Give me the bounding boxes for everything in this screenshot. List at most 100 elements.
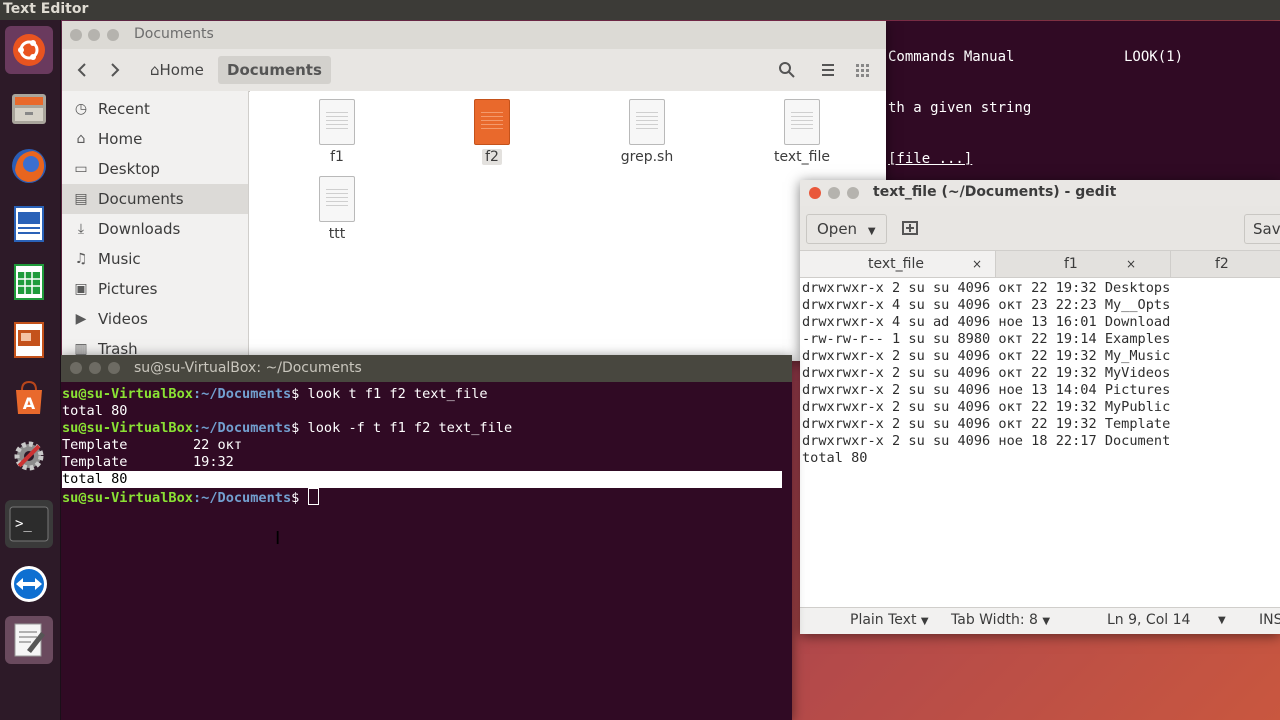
top-panel: Text Editor <box>0 0 1280 20</box>
insert-mode: INS <box>1259 612 1280 628</box>
gedit-statusbar: Plain Text ▼ Tab Width: 8 ▼ Ln 9, Col 14… <box>800 607 1280 634</box>
new-tab-icon[interactable] <box>897 214 923 242</box>
window-title: Documents <box>134 26 214 42</box>
tab-width-selector[interactable]: Tab Width: 8 ▼ <box>951 612 1050 628</box>
impress-icon[interactable] <box>5 316 53 364</box>
man-line: th a given string <box>888 100 1032 116</box>
svg-text:A: A <box>23 394 36 413</box>
file-item[interactable]: f2 <box>442 99 542 165</box>
minimize-button[interactable] <box>89 362 101 374</box>
settings-icon[interactable] <box>5 432 53 480</box>
path-documents-button[interactable]: Documents <box>218 56 331 84</box>
calc-icon[interactable] <box>5 258 53 306</box>
man-line: Commands Manual LOOK(1) <box>888 49 1184 65</box>
gedit-text-area[interactable]: drwxrwxr-x 2 su su 4096 окт 22 19:32 Des… <box>800 278 1280 467</box>
text-editor-icon[interactable] <box>5 616 53 664</box>
maximize-button[interactable] <box>107 29 119 41</box>
cursor-position: Ln 9, Col 14 <box>1107 612 1191 628</box>
text-file-icon <box>474 99 510 145</box>
music-icon: ♫ <box>74 251 88 267</box>
sidebar-item-pictures[interactable]: ▣ Pictures <box>62 274 248 304</box>
chevron-down-icon: ▼ <box>1042 616 1051 627</box>
places-sidebar: ◷ Recent ⌂ Home ▭ Desktop ▤ Documents ⤓ Downl… <box>62 91 249 361</box>
close-icon[interactable]: × <box>1126 251 1136 277</box>
terminal-icon[interactable]: >_ <box>5 500 53 548</box>
window-title: text_file (~/Documents) - gedit <box>873 184 1117 200</box>
sidebar-item-videos[interactable]: ▶ Videos <box>62 304 248 334</box>
files-icon[interactable] <box>5 84 53 132</box>
svg-text:>_: >_ <box>15 516 32 532</box>
minimize-button[interactable] <box>828 187 840 199</box>
home-icon: ⌂ <box>150 61 160 79</box>
sidebar-item-desktop[interactable]: ▭ Desktop <box>62 154 248 184</box>
file-manager-titlebar[interactable]: Documents <box>62 21 886 49</box>
software-center-icon[interactable]: A <box>5 374 53 422</box>
save-button[interactable]: Save <box>1244 214 1280 244</box>
sidebar-item-documents[interactable]: ▤ Documents <box>62 184 248 214</box>
file-item[interactable]: grep.sh <box>597 99 697 165</box>
forward-button[interactable] <box>109 56 125 84</box>
gedit-titlebar[interactable]: text_file (~/Documents) - gedit <box>800 180 1280 206</box>
close-button[interactable] <box>70 362 82 374</box>
teamviewer-icon[interactable] <box>5 560 53 608</box>
text-line: drwxrwxr-x 4 su ad 4096 ное 13 16:01 Dow… <box>802 314 1171 330</box>
open-button[interactable]: Open ▼ <box>806 214 887 244</box>
file-manager-toolbar: ⌂Home Documents <box>62 49 886 92</box>
terminal-line: total 80 <box>62 403 128 419</box>
file-item[interactable]: ttt <box>287 176 387 242</box>
sidebar-item-music[interactable]: ♫ Music <box>62 244 248 274</box>
close-button[interactable] <box>70 29 82 41</box>
sidebar-item-recent[interactable]: ◷ Recent <box>62 94 248 124</box>
file-item[interactable]: text_file <box>752 99 852 165</box>
text-line: -rw-rw-r-- 1 su su 8980 окт 22 19:14 Exa… <box>802 331 1171 347</box>
terminal-line-selected: total 80 <box>62 471 782 488</box>
list-view-icon[interactable] <box>820 56 836 84</box>
file-item[interactable]: f1 <box>287 99 387 165</box>
minimize-button[interactable] <box>88 29 100 41</box>
text-line: drwxrwxr-x 2 su su 4096 окт 22 19:32 MyP… <box>802 399 1171 415</box>
close-icon[interactable]: × <box>972 251 982 277</box>
terminal-titlebar[interactable]: su@su-VirtualBox: ~/Documents <box>61 355 792 382</box>
search-icon[interactable] <box>778 56 796 84</box>
pictures-icon: ▣ <box>74 281 88 297</box>
videos-icon: ▶ <box>75 311 87 327</box>
app-title: Text Editor <box>3 1 89 17</box>
terminal-output[interactable]: su@su-VirtualBox:~/Documents$ look t f1 … <box>61 382 792 506</box>
maximize-button[interactable] <box>108 362 120 374</box>
window-title: su@su-VirtualBox: ~/Documents <box>134 360 362 376</box>
sidebar-item-home[interactable]: ⌂ Home <box>62 124 248 154</box>
tab-f2[interactable]: f2 <box>1171 251 1280 277</box>
tab-f1[interactable]: f1 × <box>996 251 1171 277</box>
chevron-down-icon: ▼ <box>867 226 876 237</box>
script-file-icon <box>629 99 665 145</box>
terminal-line: su@su-VirtualBox:~/Documents$ look t f1 … <box>62 386 488 402</box>
sidebar-item-downloads[interactable]: ⤓ Downloads <box>62 214 248 244</box>
syntax-selector[interactable]: Plain Text ▼ <box>850 612 929 628</box>
tab-text-file[interactable]: text_file × <box>800 251 996 277</box>
text-line: drwxrwxr-x 2 su su 4096 ное 13 14:04 Pic… <box>802 382 1171 398</box>
ubuntu-dash-icon[interactable] <box>5 26 53 74</box>
terminal-line: su@su-VirtualBox:~/Documents$ look -f t … <box>62 420 513 436</box>
documents-icon: ▤ <box>74 191 88 207</box>
maximize-button[interactable] <box>847 187 859 199</box>
chevron-down-icon[interactable]: ▼ <box>1218 615 1226 626</box>
firefox-icon[interactable] <box>5 142 53 190</box>
file-grid: f1 f2 grep.sh text_file ttt <box>250 91 886 361</box>
terminal-window[interactable]: su@su-VirtualBox: ~/Documents su@su-Virt… <box>61 355 792 720</box>
back-button[interactable] <box>76 56 92 84</box>
text-line: drwxrwxr-x 2 su su 4096 ное 18 22:17 Doc… <box>802 433 1171 449</box>
text-file-icon <box>784 99 820 145</box>
writer-icon[interactable] <box>5 200 53 248</box>
downloads-icon: ⤓ <box>77 221 85 237</box>
text-line: drwxrwxr-x 2 su su 4096 окт 22 19:32 Des… <box>802 280 1171 296</box>
gedit-tabs: text_file × f1 × f2 <box>800 251 1280 278</box>
close-button[interactable] <box>809 187 821 199</box>
text-file-icon <box>319 99 355 145</box>
text-line: drwxrwxr-x 2 su su 4096 окт 22 19:32 MyV… <box>802 365 1171 381</box>
terminal-prompt-line: su@su-VirtualBox:~/Documents$ <box>62 488 792 506</box>
text-file-icon <box>319 176 355 222</box>
grid-view-icon[interactable] <box>854 56 870 84</box>
terminal-line: Template 19:32 <box>62 454 234 470</box>
clock-icon: ◷ <box>74 101 88 117</box>
path-home-button[interactable]: ⌂Home <box>144 56 210 84</box>
